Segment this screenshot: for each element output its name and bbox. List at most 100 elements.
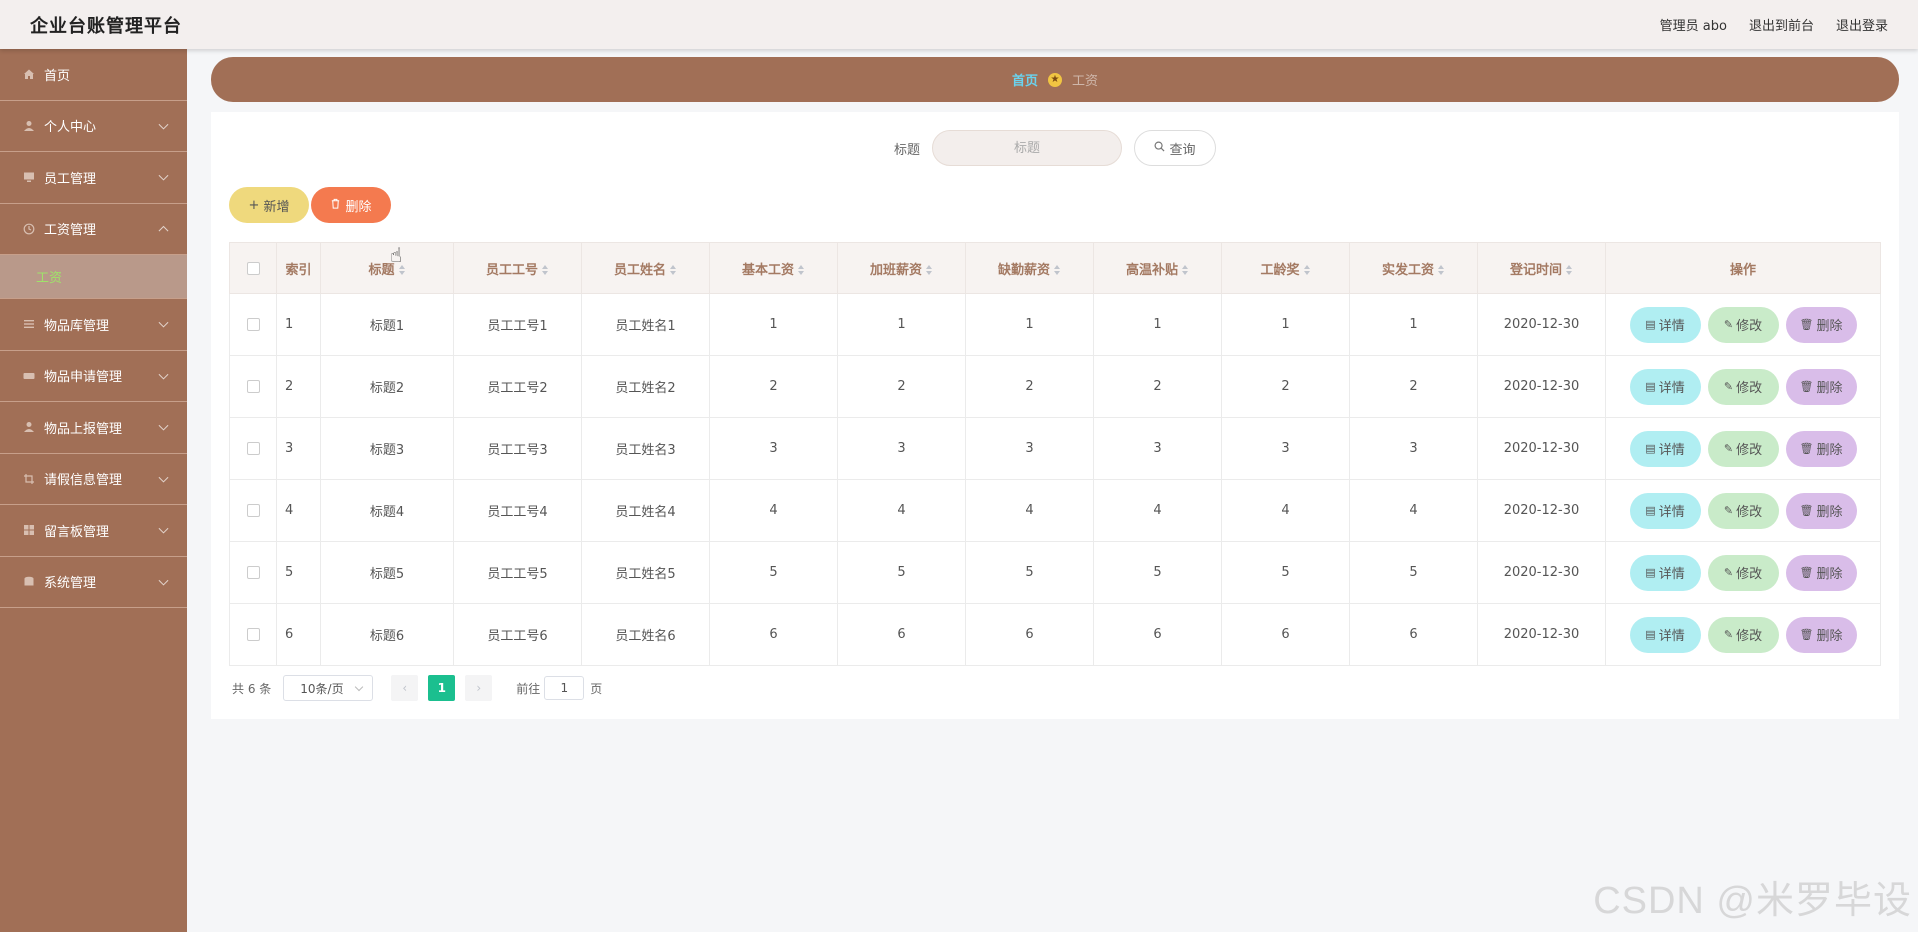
cell-absence-pay: 3 xyxy=(965,417,1094,480)
sidebar-item-leave[interactable]: 请假信息管理 xyxy=(0,454,187,505)
row-checkbox[interactable] xyxy=(246,628,260,641)
row-delete-button[interactable]: 🗑 删除 xyxy=(1785,368,1857,405)
column-header-overtime-pay[interactable]: 加班薪资 xyxy=(837,242,966,294)
sort-icon[interactable] xyxy=(542,265,549,275)
admin-user-link[interactable]: 管理员 abo xyxy=(1660,15,1727,34)
table-row: 1 标题1 员工工号1 员工姓名1 1 1 1 1 1 1 2020-12-30 ▤ 详情 ✎ 修改 🗑 删除 xyxy=(229,293,1881,356)
column-header-title[interactable]: 标题 xyxy=(320,242,454,294)
edit-button[interactable]: ✎ 修改 xyxy=(1707,368,1779,405)
edit-button[interactable]: ✎ 修改 xyxy=(1707,554,1779,591)
search-label: 标题 xyxy=(893,142,920,158)
column-header-base-salary[interactable]: 基本工资 xyxy=(709,242,838,294)
sidebar-item-employee[interactable]: 员工管理 xyxy=(0,152,187,204)
cell-register-time: 2020-12-30 xyxy=(1477,479,1606,542)
logout-link[interactable]: 退出登录 xyxy=(1836,15,1888,34)
row-delete-button[interactable]: 🗑 删除 xyxy=(1785,306,1857,343)
row-checkbox[interactable] xyxy=(246,318,260,331)
table-header-row: 索引 标题 员工工号 员工姓名 基本工资 加班薪资 缺勤薪资 高温补贴 工龄奖 … xyxy=(229,242,1881,294)
breadcrumb-home[interactable]: 首页 xyxy=(1012,70,1038,89)
column-header-absence-pay[interactable]: 缺勤薪资 xyxy=(965,242,1094,294)
column-header-employee-name[interactable]: 员工姓名 xyxy=(581,242,710,294)
row-select-cell xyxy=(229,355,277,418)
cell-title: 标题4 xyxy=(320,479,454,542)
cell-heat-subsidy: 2 xyxy=(1093,355,1222,418)
trash-icon: 🗑 xyxy=(1799,628,1814,641)
sidebar-item-salary[interactable]: 工资管理 xyxy=(0,204,187,255)
sidebar-item-goods-report[interactable]: 物品上报管理 xyxy=(0,402,187,454)
edit-button[interactable]: ✎ 修改 xyxy=(1707,306,1779,343)
detail-button[interactable]: ▤ 详情 xyxy=(1629,492,1701,529)
table-row: 6 标题6 员工工号6 员工姓名6 6 6 6 6 6 6 2020-12-30 ▤ 详情 ✎ 修改 🗑 删除 xyxy=(229,603,1881,666)
top-nav: 管理员 abo 退出到前台 退出登录 xyxy=(1660,15,1888,34)
sidebar-item-message-board[interactable]: 留言板管理 xyxy=(0,505,187,557)
row-delete-button[interactable]: 🗑 删除 xyxy=(1785,554,1857,591)
prev-page-button[interactable]: ‹ xyxy=(391,675,419,701)
detail-button[interactable]: ▤ 详情 xyxy=(1629,306,1701,343)
row-delete-button[interactable]: 🗑 删除 xyxy=(1785,492,1857,529)
edit-button[interactable]: ✎ 修改 xyxy=(1707,430,1779,467)
sidebar-item-label: 物品上报管理 xyxy=(44,421,123,437)
sidebar-item-goods-apply[interactable]: 物品申请管理 xyxy=(0,351,187,402)
document-icon: ▤ xyxy=(1645,318,1656,331)
pagination: 共 6 条 10条/页 ‹ 1 › 前往 页 xyxy=(232,675,602,701)
batch-delete-button[interactable]: 删除 xyxy=(311,187,391,223)
page-size-select[interactable]: 10条/页 xyxy=(283,675,374,701)
cell-absence-pay: 4 xyxy=(965,479,1094,542)
pencil-icon: ✎ xyxy=(1723,628,1734,641)
column-header-net-salary[interactable]: 实发工资 xyxy=(1349,242,1478,294)
column-header-register-time[interactable]: 登记时间 xyxy=(1477,242,1606,294)
row-delete-button[interactable]: 🗑 删除 xyxy=(1785,616,1857,653)
row-checkbox[interactable] xyxy=(246,566,260,579)
sidebar-item-personal-center[interactable]: 个人中心 xyxy=(0,101,187,152)
cell-base-salary: 4 xyxy=(709,479,838,542)
sort-icon[interactable] xyxy=(1438,265,1445,275)
detail-button[interactable]: ▤ 详情 xyxy=(1629,430,1701,467)
query-button[interactable]: 查询 xyxy=(1134,130,1216,166)
cell-overtime-pay: 6 xyxy=(837,603,966,666)
sort-icon[interactable] xyxy=(1182,265,1189,275)
select-all-cell xyxy=(229,242,277,294)
cell-net-salary: 5 xyxy=(1349,541,1478,604)
sort-icon[interactable] xyxy=(1303,265,1311,275)
sidebar-item-system[interactable]: 系统管理 xyxy=(0,557,187,608)
sort-icon[interactable] xyxy=(1566,265,1573,275)
cell-index: 2 xyxy=(276,355,321,418)
detail-button[interactable]: ▤ 详情 xyxy=(1629,368,1701,405)
cell-base-salary: 6 xyxy=(709,603,838,666)
trash-icon: 🗑 xyxy=(1799,566,1814,579)
column-header-seniority-bonus[interactable]: 工龄奖 xyxy=(1221,242,1350,294)
goto-page-input[interactable] xyxy=(544,676,585,700)
detail-button-label: 详情 xyxy=(1658,505,1685,520)
row-delete-button-label: 删除 xyxy=(1816,381,1843,396)
row-select-cell xyxy=(229,541,277,604)
column-header-employee-no[interactable]: 员工工号 xyxy=(453,242,582,294)
row-checkbox[interactable] xyxy=(246,442,260,455)
edit-button[interactable]: ✎ 修改 xyxy=(1707,492,1779,529)
pencil-icon: ✎ xyxy=(1723,318,1734,331)
sidebar-subitem-salary[interactable]: 工资 xyxy=(0,255,187,299)
edit-button[interactable]: ✎ 修改 xyxy=(1707,616,1779,653)
cell-heat-subsidy: 4 xyxy=(1093,479,1222,542)
sort-icon[interactable] xyxy=(926,265,933,275)
exit-to-frontend-link[interactable]: 退出到前台 xyxy=(1749,15,1814,34)
row-checkbox[interactable] xyxy=(246,380,260,393)
search-input[interactable] xyxy=(932,130,1122,166)
row-delete-button[interactable]: 🗑 删除 xyxy=(1785,430,1857,467)
grid-icon xyxy=(22,523,36,537)
table-row: 2 标题2 员工工号2 员工姓名2 2 2 2 2 2 2 2020-12-30 ▤ 详情 ✎ 修改 🗑 删除 xyxy=(229,355,1881,418)
detail-button[interactable]: ▤ 详情 xyxy=(1629,616,1701,653)
sort-icon[interactable] xyxy=(1054,265,1061,275)
sidebar-item-home[interactable]: 首页 xyxy=(0,49,187,101)
column-header-heat-subsidy[interactable]: 高温补贴 xyxy=(1093,242,1222,294)
select-all-checkbox[interactable] xyxy=(246,261,260,275)
trash-icon: 🗑 xyxy=(1799,504,1814,517)
next-page-button[interactable]: › xyxy=(465,675,493,701)
sort-icon[interactable] xyxy=(670,265,677,275)
add-button[interactable]: + 新增 xyxy=(229,187,309,223)
row-checkbox[interactable] xyxy=(246,504,260,517)
detail-button[interactable]: ▤ 详情 xyxy=(1629,554,1701,591)
sidebar-item-goods-stock[interactable]: 物品库管理 xyxy=(0,299,187,351)
cell-employee-no: 员工工号4 xyxy=(453,479,582,542)
sort-icon[interactable] xyxy=(798,265,805,275)
page-number-current[interactable]: 1 xyxy=(428,675,456,701)
